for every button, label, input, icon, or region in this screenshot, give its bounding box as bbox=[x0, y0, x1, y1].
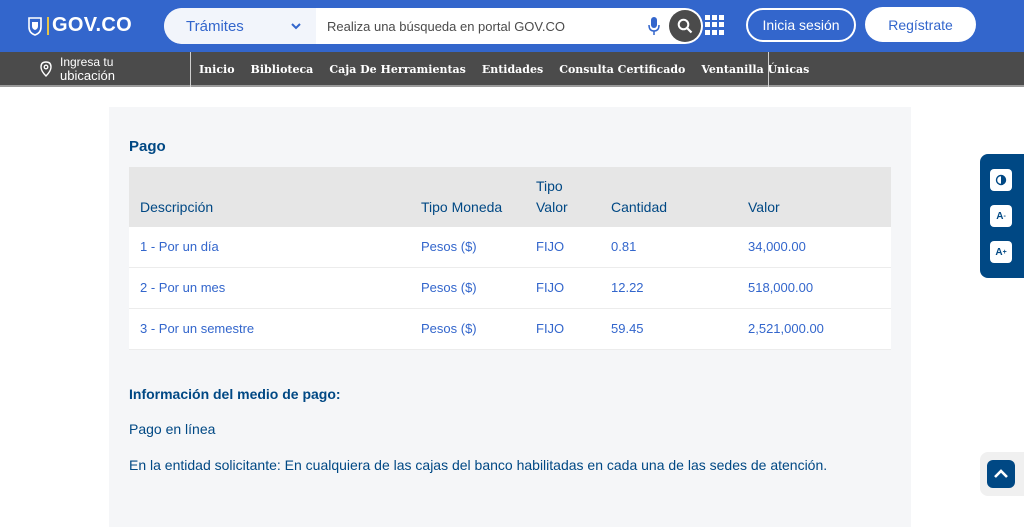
chevron-down-icon bbox=[291, 23, 301, 30]
table-header: Descripción Tipo Moneda Tipo Valor Canti… bbox=[129, 167, 891, 227]
column-header-tipo-valor-line1: Tipo bbox=[536, 178, 563, 194]
cell-cantidad: 12.22 bbox=[611, 280, 644, 295]
column-header-descripcion: Descripción bbox=[140, 199, 214, 215]
chevron-up-icon bbox=[994, 469, 1008, 478]
microphone-icon[interactable] bbox=[648, 17, 660, 35]
cell-tipo-valor: FIJO bbox=[536, 321, 565, 336]
nav-item-inicio[interactable]: Inicio bbox=[199, 63, 235, 76]
table-row: 1 - Por un día Pesos ($) FIJO 0.81 34,00… bbox=[129, 227, 891, 268]
section-title-pago: Pago bbox=[129, 138, 166, 155]
colombia-shield-icon bbox=[28, 16, 42, 36]
column-header-tipo-valor-line2: Valor bbox=[536, 199, 568, 215]
accessibility-toolbar: A- A + bbox=[980, 154, 1024, 278]
logo-separator bbox=[47, 16, 49, 35]
contrast-icon bbox=[995, 174, 1007, 186]
cell-tipo-moneda: Pesos ($) bbox=[421, 321, 477, 336]
cell-descripcion: 2 - Por un mes bbox=[140, 280, 226, 295]
content-panel: Pago Descripción Tipo Moneda Tipo Valor … bbox=[109, 107, 911, 527]
search-input[interactable]: Realiza una búsqueda en portal GOV.CO bbox=[327, 19, 565, 34]
column-header-cantidad: Cantidad bbox=[611, 199, 668, 215]
back-to-top-button[interactable] bbox=[980, 452, 1024, 496]
payment-table: Descripción Tipo Moneda Tipo Valor Canti… bbox=[129, 167, 891, 350]
column-header-valor: Valor bbox=[748, 199, 780, 215]
cell-descripcion: 1 - Por un día bbox=[140, 239, 219, 254]
top-header: GOV.CO Trámites Realiza una búsqueda en … bbox=[0, 0, 1024, 52]
search-box: Trámites Realiza una búsqueda en portal … bbox=[164, 8, 703, 44]
login-button[interactable]: Inicia sesión bbox=[746, 8, 856, 42]
apps-grid-icon[interactable] bbox=[705, 15, 725, 35]
cell-descripcion: 3 - Por un semestre bbox=[140, 321, 255, 336]
cell-valor: 518,000.00 bbox=[748, 280, 814, 295]
location-label-line2: ubicación bbox=[60, 68, 115, 83]
govco-logo[interactable]: GOV.CO bbox=[27, 14, 132, 37]
search-category-select[interactable]: Trámites bbox=[164, 8, 316, 44]
contrast-button[interactable] bbox=[990, 169, 1012, 191]
decrease-font-button[interactable]: A- bbox=[990, 205, 1012, 227]
main-nav: Inicio Biblioteca Caja De Herramientas E… bbox=[191, 52, 817, 87]
register-button[interactable]: Regístrate bbox=[865, 7, 976, 42]
secondary-nav: Ingresa tu ubicación Inicio Biblioteca C… bbox=[0, 52, 1024, 87]
table-row: 3 - Por un semestre Pesos ($) FIJO 59.45… bbox=[129, 309, 891, 350]
cell-cantidad: 59.45 bbox=[611, 321, 644, 336]
payment-info-online: Pago en línea bbox=[129, 421, 216, 437]
nav-item-biblioteca[interactable]: Biblioteca bbox=[251, 63, 314, 76]
cell-cantidad: 0.81 bbox=[611, 239, 637, 254]
cell-tipo-valor: FIJO bbox=[536, 239, 565, 254]
cell-valor: 2,521,000.00 bbox=[748, 321, 824, 336]
table-row: 2 - Por un mes Pesos ($) FIJO 12.22 518,… bbox=[129, 268, 891, 309]
search-icon bbox=[677, 18, 693, 34]
nav-item-ventanilla-unicas[interactable]: Ventanilla Únicas bbox=[701, 63, 809, 76]
search-category-label: Trámites bbox=[186, 17, 244, 35]
decrease-font-icon: A bbox=[996, 210, 1004, 222]
increase-font-button[interactable]: A + bbox=[990, 241, 1012, 263]
cell-tipo-moneda: Pesos ($) bbox=[421, 280, 477, 295]
search-button[interactable] bbox=[669, 10, 701, 42]
location-pin-icon bbox=[40, 61, 52, 77]
location-selector[interactable]: Ingresa tu ubicación bbox=[39, 56, 115, 82]
cell-valor: 34,000.00 bbox=[748, 239, 806, 254]
logo-text: GOV.CO bbox=[52, 14, 132, 36]
payment-info-entity: En la entidad solicitante: En cualquiera… bbox=[129, 457, 828, 473]
cell-tipo-valor: FIJO bbox=[536, 280, 565, 295]
nav-item-caja-herramientas[interactable]: Caja De Herramientas bbox=[329, 63, 466, 76]
payment-info-title: Información del medio de pago: bbox=[129, 386, 341, 402]
nav-item-consulta-certificado[interactable]: Consulta Certificado bbox=[559, 63, 685, 76]
increase-font-icon: A bbox=[995, 246, 1003, 258]
column-header-tipo-moneda: Tipo Moneda bbox=[421, 199, 503, 215]
cell-tipo-moneda: Pesos ($) bbox=[421, 239, 477, 254]
nav-item-entidades[interactable]: Entidades bbox=[482, 63, 543, 76]
nav-divider bbox=[768, 52, 769, 87]
